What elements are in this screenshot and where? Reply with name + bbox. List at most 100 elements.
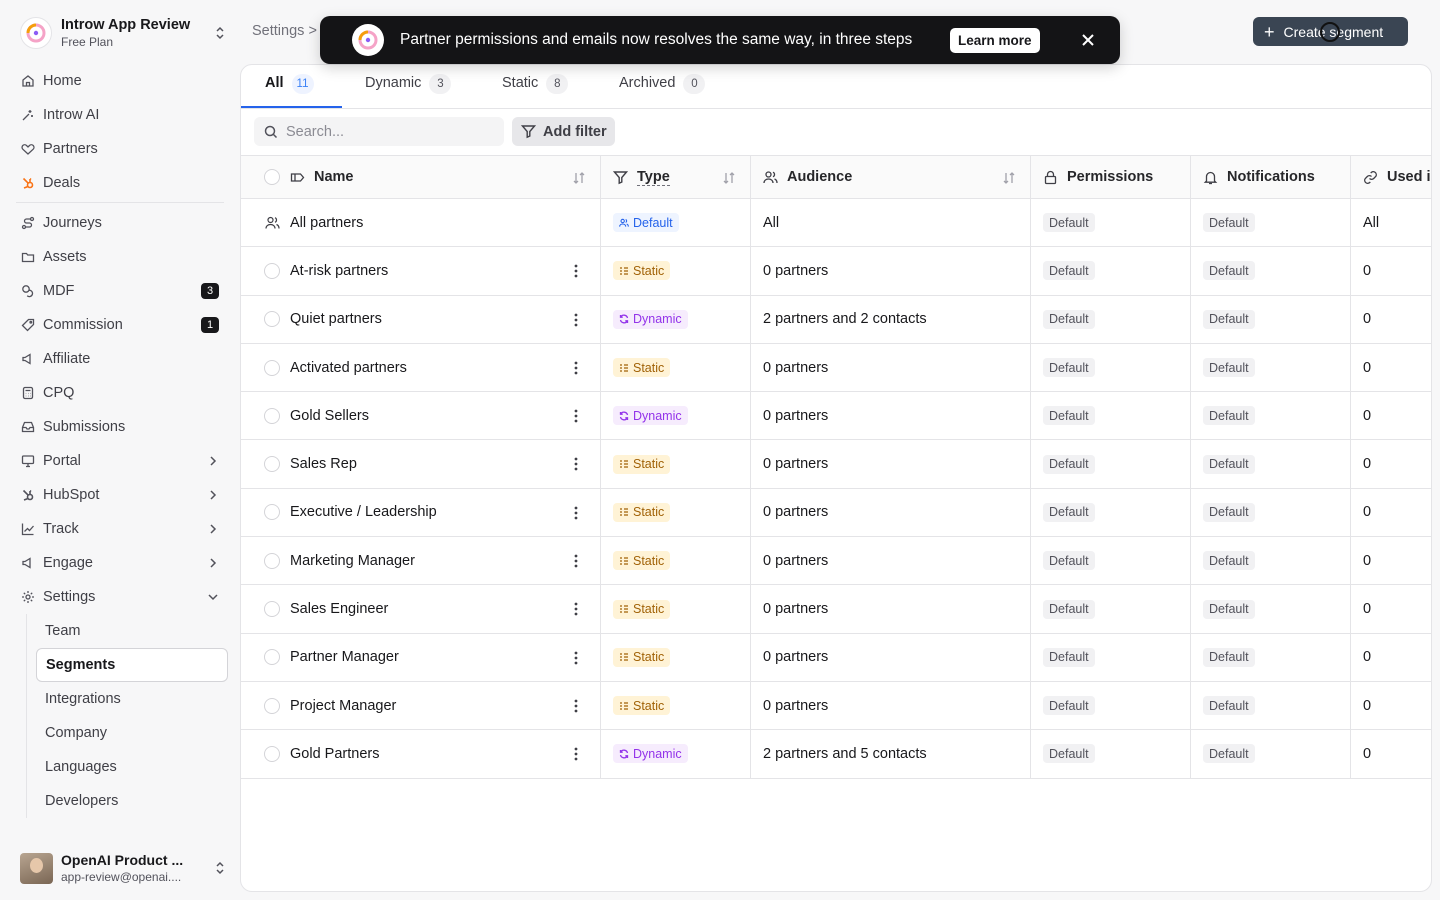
tab-dynamic[interactable]: Dynamic 3 <box>365 74 452 109</box>
segment-name[interactable]: Sales Rep <box>290 456 357 472</box>
table-row[interactable]: Marketing Manager Static 0 partners Default… <box>241 537 1431 586</box>
column-header-used-in[interactable]: Used i <box>1351 156 1431 198</box>
tab-archived[interactable]: Archived 0 <box>619 74 706 109</box>
table-row[interactable]: Gold Sellers Dynamic 0 partners Default Defa… <box>241 392 1431 441</box>
table-row[interactable]: Quiet partners Dynamic 2 partners and 2 co… <box>241 295 1431 344</box>
segment-name[interactable]: Gold Sellers <box>290 408 369 424</box>
notifications-badge[interactable]: Default <box>1203 213 1255 233</box>
more-options-icon[interactable] <box>574 746 578 762</box>
row-checkbox[interactable] <box>264 407 280 424</box>
more-options-icon[interactable] <box>574 263 578 279</box>
permissions-badge[interactable]: Default <box>1043 647 1095 667</box>
sidebar-item-segments[interactable]: Segments <box>36 648 228 682</box>
search-box[interactable] <box>254 117 504 146</box>
add-filter-button[interactable]: Add filter <box>512 117 615 146</box>
more-options-icon[interactable] <box>574 553 578 569</box>
tab-static[interactable]: Static 8 <box>502 74 569 109</box>
sidebar-item-introw-ai[interactable]: Introw AI <box>12 98 228 132</box>
segment-name[interactable]: Partner Manager <box>290 649 399 665</box>
segment-name[interactable]: Executive / Leadership <box>290 504 437 520</box>
permissions-badge[interactable]: Default <box>1043 744 1095 764</box>
table-row[interactable]: Gold Partners Dynamic 2 partners and 5 con… <box>241 730 1431 779</box>
sidebar-item-submissions[interactable]: Submissions <box>12 410 228 444</box>
permissions-badge[interactable]: Default <box>1043 358 1095 378</box>
row-checkbox[interactable] <box>264 504 280 521</box>
notifications-badge[interactable]: Default <box>1203 454 1255 474</box>
sidebar-item-track[interactable]: Track <box>12 512 228 546</box>
search-input[interactable] <box>286 123 486 140</box>
segment-name[interactable]: Project Manager <box>290 698 396 714</box>
notifications-badge[interactable]: Default <box>1203 551 1255 571</box>
notifications-badge[interactable]: Default <box>1203 744 1255 764</box>
sidebar-item-hubspot[interactable]: HubSpot <box>12 478 228 512</box>
segment-name[interactable]: Marketing Manager <box>290 553 415 569</box>
tab-all[interactable]: All 11 <box>265 74 314 109</box>
notifications-badge[interactable]: Default <box>1203 358 1255 378</box>
permissions-badge[interactable]: Default <box>1043 696 1095 716</box>
row-checkbox[interactable] <box>264 601 280 618</box>
sort-icon[interactable] <box>1002 171 1016 185</box>
permissions-badge[interactable]: Default <box>1043 502 1095 522</box>
workspace-switcher[interactable]: Introw App Review Free Plan <box>20 14 228 52</box>
more-options-icon[interactable] <box>574 698 578 714</box>
sidebar-item-languages[interactable]: Languages <box>36 750 228 784</box>
sort-icon[interactable] <box>722 171 736 185</box>
sidebar-item-partners[interactable]: Partners <box>12 132 228 166</box>
sidebar-item-engage[interactable]: Engage <box>12 546 228 580</box>
sidebar-item-commission[interactable]: Commission 1 <box>12 308 228 342</box>
sidebar-item-deals[interactable]: Deals <box>12 166 228 200</box>
table-row[interactable]: Project Manager Static 0 partners Default De… <box>241 681 1431 731</box>
notifications-badge[interactable]: Default <box>1203 502 1255 522</box>
sidebar-item-team[interactable]: Team <box>36 614 228 648</box>
row-checkbox[interactable] <box>264 262 280 279</box>
notifications-badge[interactable]: Default <box>1203 599 1255 619</box>
permissions-badge[interactable]: Default <box>1043 261 1095 281</box>
row-checkbox[interactable] <box>264 552 280 569</box>
sidebar-item-portal[interactable]: Portal <box>12 444 228 478</box>
notifications-badge[interactable]: Default <box>1203 647 1255 667</box>
row-checkbox[interactable] <box>264 359 280 376</box>
row-checkbox[interactable] <box>264 649 280 666</box>
segment-name[interactable]: Quiet partners <box>290 311 382 327</box>
notifications-badge[interactable]: Default <box>1203 309 1255 329</box>
more-options-icon[interactable] <box>574 360 578 376</box>
table-row[interactable]: Activated partners Static 0 partners Defaul… <box>241 343 1431 393</box>
sidebar-item-integrations[interactable]: Integrations <box>36 682 228 716</box>
more-options-icon[interactable] <box>574 312 578 328</box>
table-row[interactable]: All partners Default All Default Default All <box>241 199 1431 248</box>
segment-name[interactable]: At-risk partners <box>290 263 388 279</box>
sidebar-item-journeys[interactable]: Journeys <box>12 206 228 240</box>
sidebar-item-affiliate[interactable]: Affiliate <box>12 342 228 376</box>
permissions-badge[interactable]: Default <box>1043 454 1095 474</box>
permissions-badge[interactable]: Default <box>1043 309 1095 329</box>
column-header-name[interactable]: Name <box>241 156 601 198</box>
select-all-checkbox[interactable] <box>264 169 280 185</box>
permissions-badge[interactable]: Default <box>1043 406 1095 426</box>
row-checkbox[interactable] <box>264 311 280 328</box>
column-header-type[interactable]: Type <box>601 156 751 198</box>
table-row[interactable]: Sales Engineer Static 0 partners Default Def… <box>241 585 1431 634</box>
row-checkbox[interactable] <box>264 697 280 714</box>
column-header-permissions[interactable]: Permissions <box>1031 156 1191 198</box>
column-header-notifications[interactable]: Notifications <box>1191 156 1351 198</box>
learn-more-button[interactable]: Learn more <box>950 28 1040 53</box>
more-options-icon[interactable] <box>574 650 578 666</box>
permissions-badge[interactable]: Default <box>1043 599 1095 619</box>
sidebar-item-cpq[interactable]: CPQ <box>12 376 228 410</box>
segment-name[interactable]: Gold Partners <box>290 746 379 762</box>
segment-name[interactable]: Activated partners <box>290 360 407 376</box>
permissions-badge[interactable]: Default <box>1043 551 1095 571</box>
table-row[interactable]: At-risk partners Static 0 partners Default D… <box>241 247 1431 296</box>
more-options-icon[interactable] <box>574 505 578 521</box>
table-row[interactable]: Sales Rep Static 0 partners Default Default 0 <box>241 440 1431 489</box>
row-checkbox[interactable] <box>264 456 280 473</box>
sidebar-item-mdf[interactable]: MDF 3 <box>12 274 228 308</box>
sidebar-item-settings[interactable]: Settings <box>12 580 228 614</box>
permissions-badge[interactable]: Default <box>1043 213 1095 233</box>
sidebar-item-company[interactable]: Company <box>36 716 228 750</box>
segment-name[interactable]: Sales Engineer <box>290 601 388 617</box>
more-options-icon[interactable] <box>574 601 578 617</box>
segment-name[interactable]: All partners <box>290 215 363 231</box>
notifications-badge[interactable]: Default <box>1203 261 1255 281</box>
row-checkbox[interactable] <box>264 745 280 762</box>
